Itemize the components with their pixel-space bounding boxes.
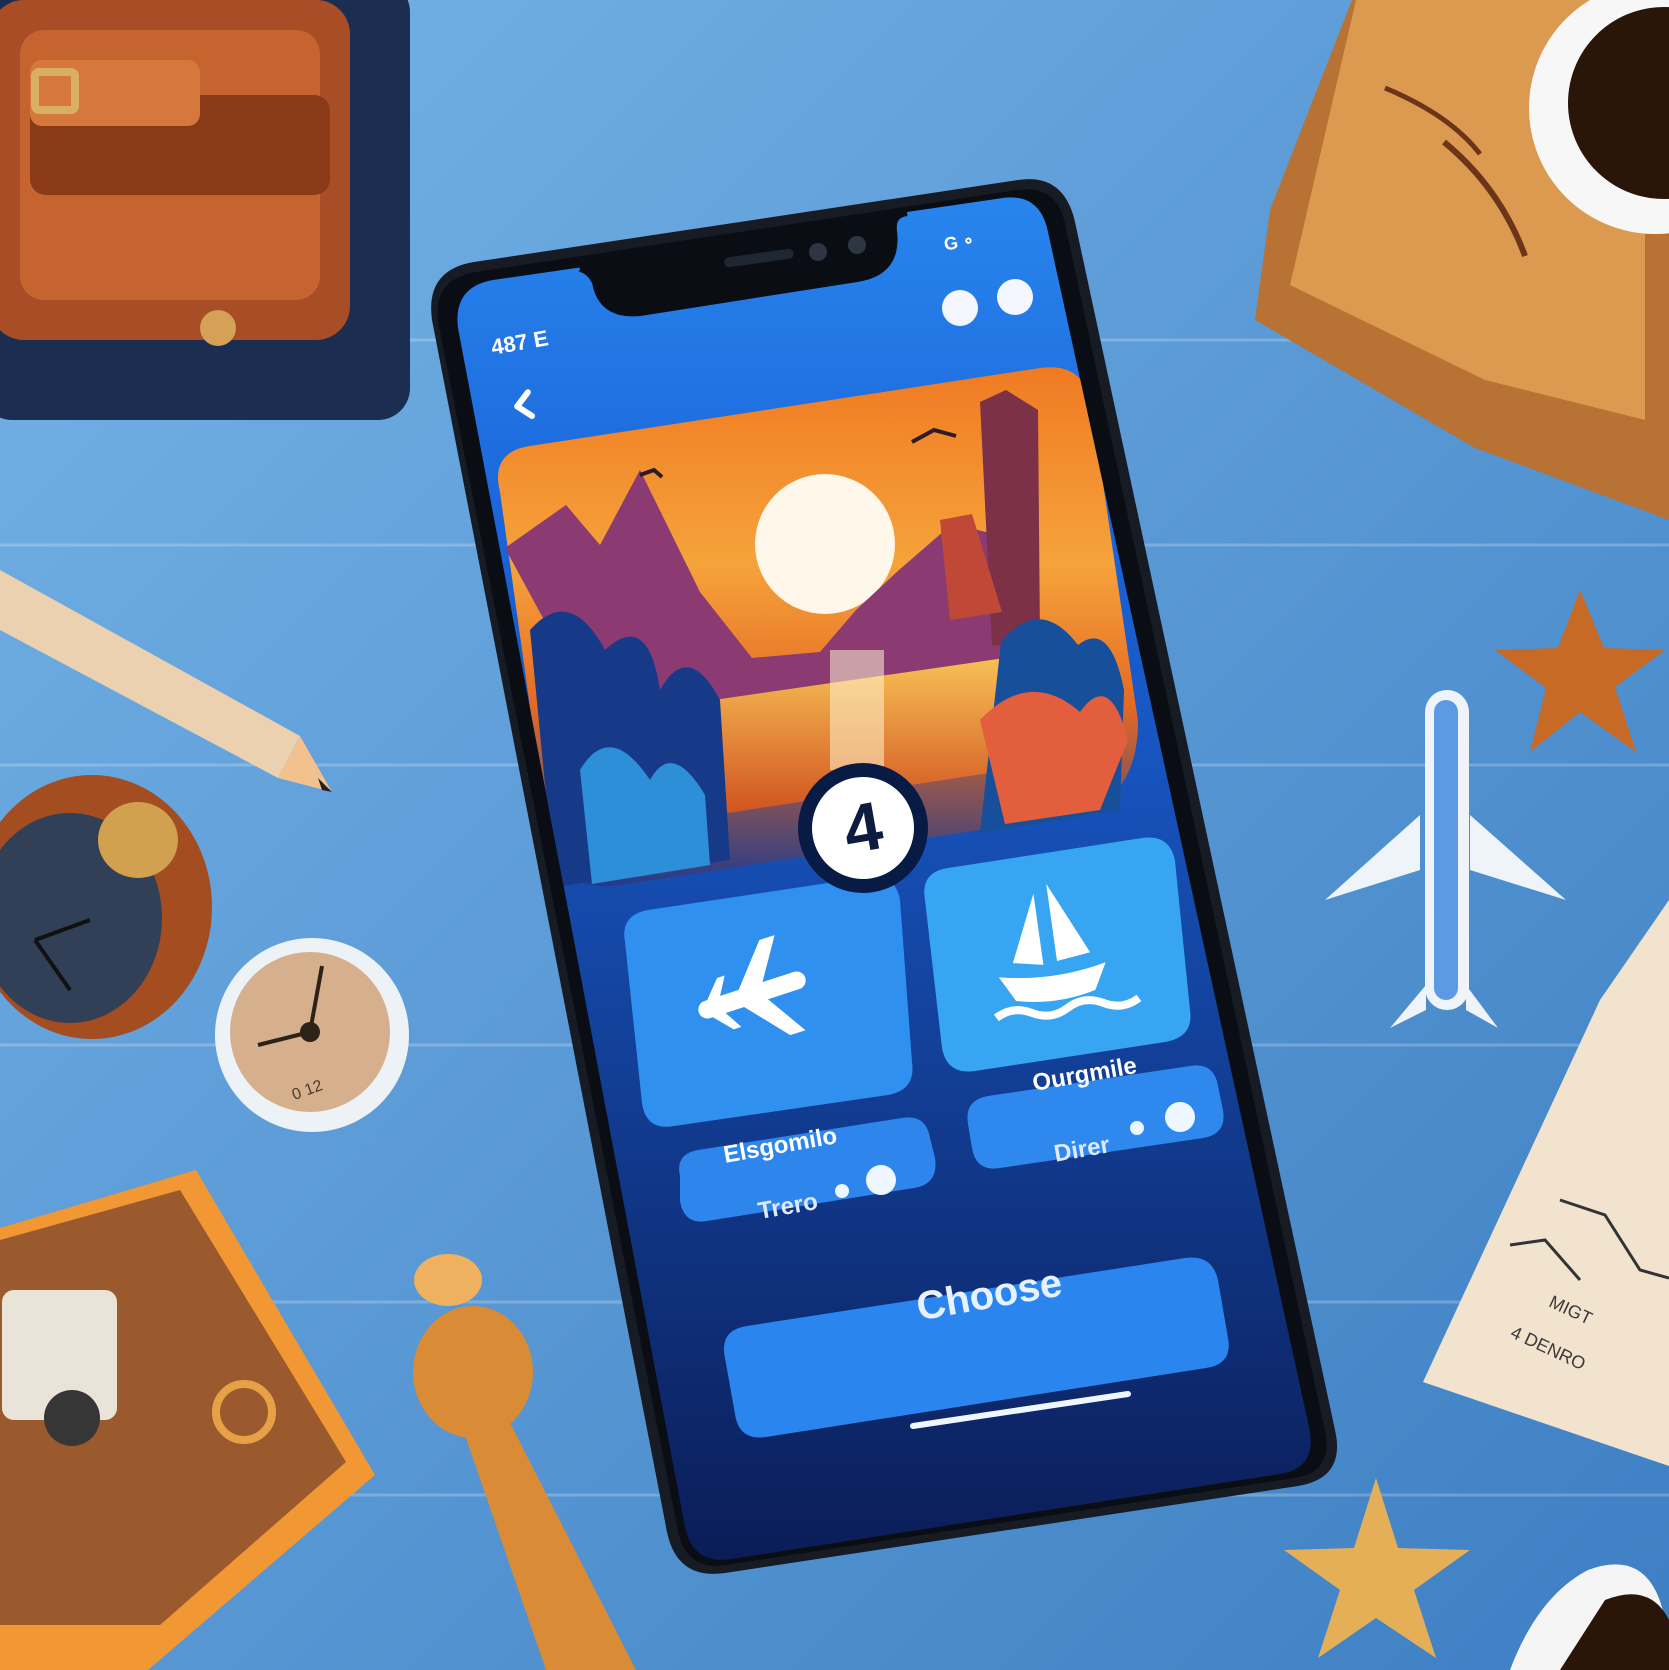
- right-option-card[interactable]: [920, 834, 1195, 1072]
- top-action-dot-1[interactable]: [942, 290, 978, 326]
- step-number: 4: [837, 787, 889, 869]
- status-icons-text: G ∘: [942, 229, 976, 255]
- travel-desk-scene: 487 E G ∘ 4 Elsgomilo Trero Ourgmile Dir…: [0, 0, 1669, 1670]
- phone-app-screen: 487 E G ∘ 4 Elsgomilo Trero Ourgmile Dir…: [0, 0, 1669, 1670]
- left-option-card[interactable]: [624, 876, 904, 1126]
- back-arrow-icon[interactable]: [505, 385, 544, 424]
- top-action-dot-2[interactable]: [997, 279, 1033, 315]
- status-time: 487 E: [489, 325, 551, 360]
